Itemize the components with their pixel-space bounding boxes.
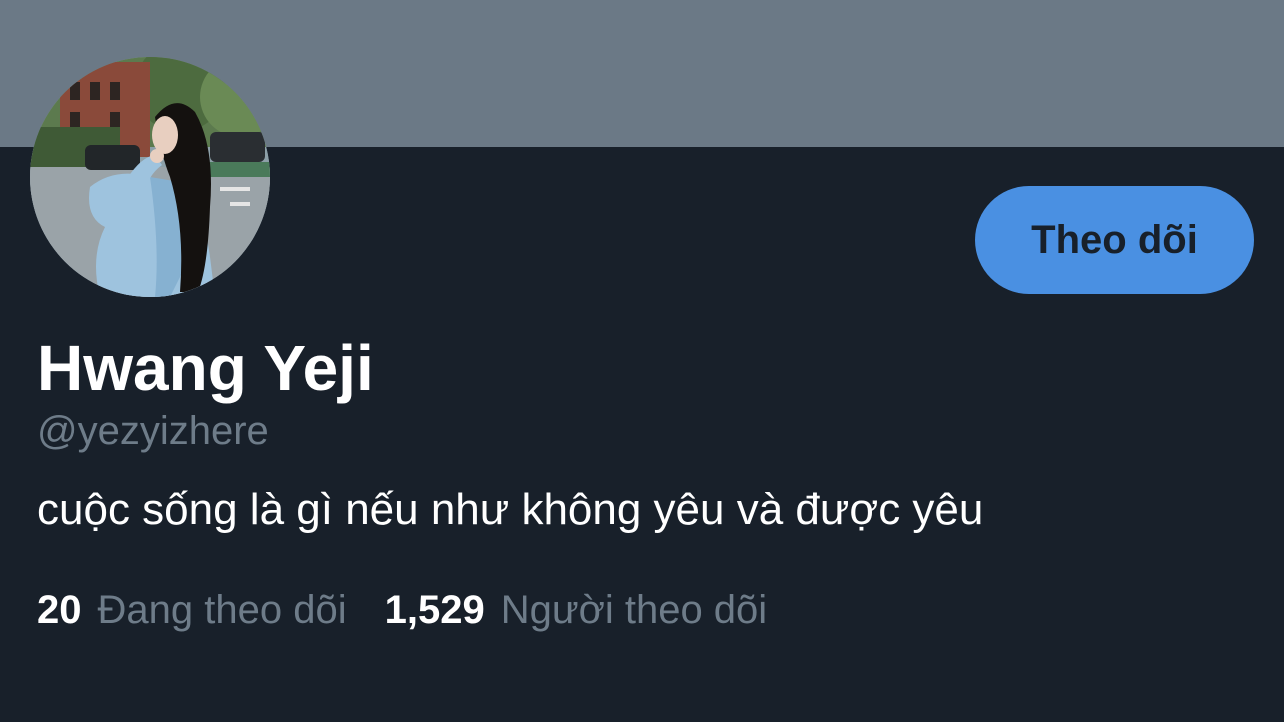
followers-label: Người theo dõi [500, 588, 768, 632]
following-stat[interactable]: 20 Đang theo dõi [37, 585, 347, 635]
avatar-photo [30, 57, 270, 297]
profile-bio: cuộc sống là gì nếu như không yêu và đượ… [37, 485, 984, 534]
followers-stat[interactable]: 1,529 Người theo dõi [385, 585, 768, 635]
following-count: 20 [37, 588, 82, 632]
profile-handle: @yezyizhere [37, 409, 269, 453]
profile-stats: 20 Đang theo dõi 1,529 Người theo dõi [37, 585, 767, 635]
display-name: Hwang Yeji [37, 332, 374, 404]
profile-avatar[interactable] [30, 57, 270, 297]
profile-page: Theo dõi Hwang Yeji @yezyizhere cuộc sốn… [0, 0, 1284, 722]
follow-button[interactable]: Theo dõi [975, 186, 1254, 294]
followers-count: 1,529 [384, 588, 485, 632]
following-label: Đang theo dõi [97, 588, 347, 632]
